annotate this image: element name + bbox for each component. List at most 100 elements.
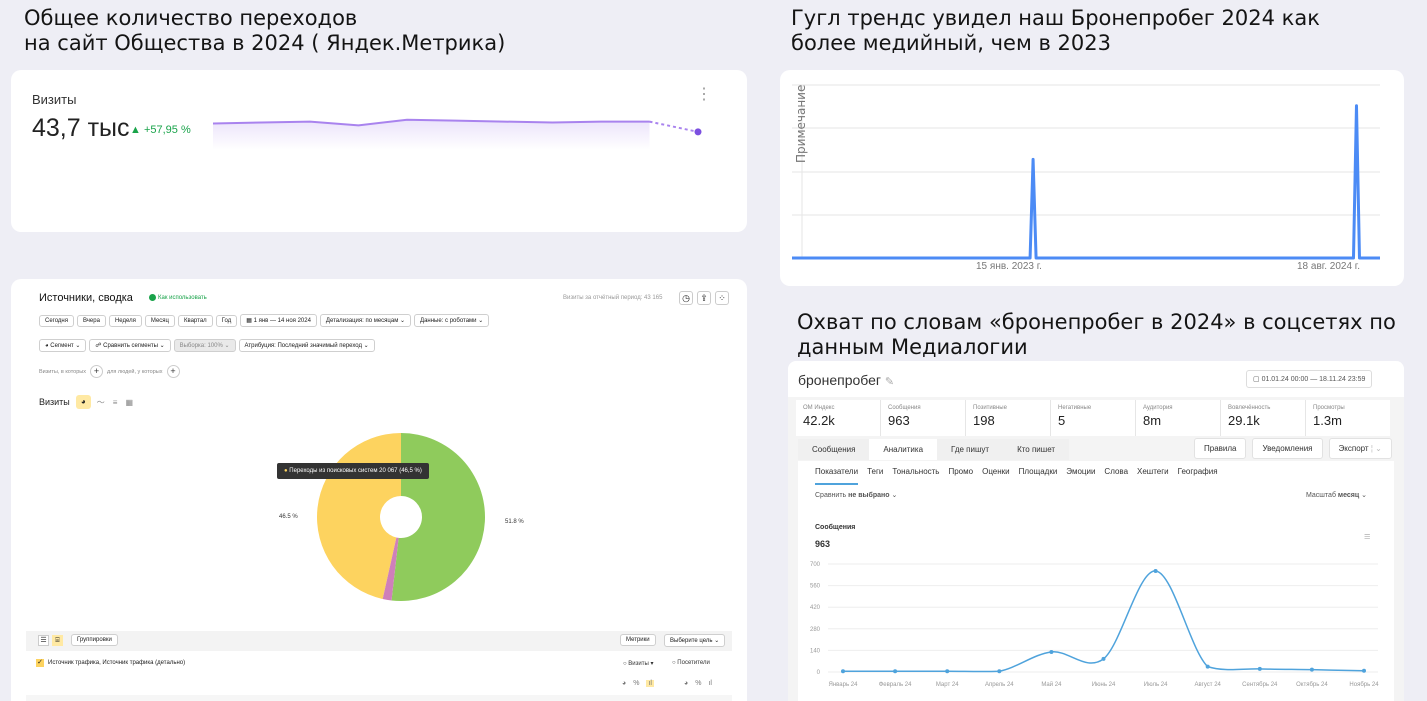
period-yesterday-button[interactable]: Вчера <box>77 314 106 327</box>
choose-goal-select[interactable]: Выберите цель ⌄ <box>664 634 726 647</box>
pie-mini-icon[interactable]: ◕ <box>684 680 688 687</box>
bar-mini-icon[interactable]: ıl <box>708 680 712 687</box>
add-visits-filter-button[interactable]: + <box>90 365 103 378</box>
kpi-value: 1.3m <box>1313 413 1342 428</box>
export-button[interactable]: Экспорт ¦ ⌄ <box>1328 438 1392 459</box>
subtab-geography[interactable]: География <box>1178 467 1218 476</box>
data-point[interactable] <box>1309 667 1314 672</box>
heading-line-2: на сайт Общества в 2024 ( Яндек.Метрика) <box>24 31 506 55</box>
period-year-button[interactable]: Год <box>215 314 238 327</box>
tab-who[interactable]: Кто пишет <box>1003 439 1070 460</box>
scale-select[interactable]: Масштаб месяц ⌄ <box>1306 491 1367 499</box>
subtab-hashtags[interactable]: Хештеги <box>1137 467 1169 476</box>
groupings-button[interactable]: Группировки <box>71 634 118 646</box>
subtab-ratings[interactable]: Оценки <box>982 467 1010 476</box>
period-today-button[interactable]: Сегодня <box>39 314 74 327</box>
percent-icon[interactable]: % <box>695 680 701 687</box>
x-tick-label: Февраль 24 <box>879 682 912 688</box>
data-point[interactable] <box>1153 568 1158 573</box>
table-chart-icon[interactable]: ▦ <box>125 398 133 407</box>
tab-where[interactable]: Где пишут <box>937 439 1004 460</box>
kpi-value: 8m <box>1143 413 1162 428</box>
subtab-platforms[interactable]: Площадки <box>1019 467 1058 476</box>
tree-view-icon[interactable]: ⌸ <box>52 635 63 646</box>
tab-messages[interactable]: Сообщения <box>798 439 870 460</box>
metrics-button[interactable]: Метрики <box>620 634 656 646</box>
data-point[interactable] <box>1101 656 1106 661</box>
subtab-promo[interactable]: Промо <box>948 467 973 476</box>
subtab-tags[interactable]: Теги <box>867 467 883 476</box>
data-point[interactable] <box>1049 649 1054 654</box>
x-tick-label: Ноябрь 24 <box>1349 682 1379 688</box>
col-visitors-view-icons: ◕ % ıl <box>684 680 712 687</box>
subtab-emotions[interactable]: Эмоции <box>1066 467 1095 476</box>
list-view-icon[interactable]: ☰ <box>38 635 49 646</box>
data-mode-label: Данные: с роботами <box>420 318 477 324</box>
x-tick-label: Апрель 24 <box>985 682 1014 688</box>
dimension-row[interactable]: ✓ Источник трафика, Источник трафика (де… <box>36 659 185 667</box>
x-tick-label: Октябрь 24 <box>1296 682 1328 688</box>
kpi-label: Просмотры <box>1313 405 1345 411</box>
detail-label: Детализация: по месяцам <box>325 318 399 324</box>
chart-type-row: Визиты ◕ 〜 ≡ ▦ <box>39 395 133 409</box>
kebab-icon[interactable]: ⋮ <box>696 87 712 103</box>
pencil-icon[interactable]: ✎ <box>885 376 894 388</box>
kpi-audience: Аудитория 8m <box>1136 400 1221 436</box>
help-link-label: Как использовать <box>158 294 207 301</box>
col-visits-header[interactable]: ○ Визиты ▾ <box>623 660 654 667</box>
data-point[interactable] <box>997 669 1002 674</box>
subtab-tonality[interactable]: Тональность <box>892 467 939 476</box>
data-mode-select[interactable]: Данные: с роботами ⌄ <box>414 314 490 327</box>
subtab-words[interactable]: Слова <box>1104 467 1128 476</box>
kpi-label: ОМ Индекс <box>803 405 835 411</box>
clock-icon[interactable]: ◷ <box>679 291 693 305</box>
share-icon[interactable]: ⁘ <box>715 291 729 305</box>
rules-button[interactable]: Правила <box>1194 438 1247 459</box>
notifications-button[interactable]: Уведомления <box>1252 438 1323 459</box>
y-tick-label: 700 <box>810 562 821 568</box>
choose-goal-label: Выберите цель <box>670 638 713 644</box>
period-info: Визиты за отчётный период: 43 165 <box>563 295 663 301</box>
col-visitors-header[interactable]: ○ Посетители <box>672 660 710 666</box>
menu-icon[interactable]: ≡ <box>1364 531 1370 543</box>
panel-toolbar-icons: ◷ ⇪ ⁘ <box>679 291 729 305</box>
data-point[interactable] <box>945 669 950 674</box>
kpi-om-index: ОМ Индекс 42.2k <box>796 400 881 436</box>
data-point[interactable] <box>893 669 898 674</box>
sample-select[interactable]: Выборка: 100% ⌄ <box>173 339 236 352</box>
compare-select[interactable]: Сравнить не выбрано ⌄ <box>815 491 897 499</box>
bar-mini-icon[interactable]: ıl <box>646 680 654 687</box>
kpi-label: Сообщения <box>888 405 921 411</box>
date-range-picker[interactable]: ▢ 01.01.24 00:00 — 18.11.24 23:59 <box>1246 370 1373 388</box>
data-point[interactable] <box>841 669 845 674</box>
data-point[interactable] <box>1257 666 1262 671</box>
date-range-button[interactable]: ▦ 1 янв — 14 ноя 2024 <box>240 314 317 327</box>
compare-segments-button[interactable]: ☍ Сравнить сегменты ⌄ <box>89 339 171 352</box>
col-visits-label: Визиты <box>628 661 649 667</box>
add-people-filter-button[interactable]: + <box>166 365 180 378</box>
percent-icon[interactable]: % <box>633 680 639 687</box>
attribution-select[interactable]: Атрибуция: Последний значимый переход ⌄ <box>238 339 375 352</box>
period-week-button[interactable]: Неделя <box>108 314 142 327</box>
x-tick-label: Июль 24 <box>1144 682 1168 688</box>
period-month-button[interactable]: Месяц <box>144 314 175 327</box>
help-link[interactable]: Как использовать <box>149 294 207 301</box>
segment-button[interactable]: ◕ Сегмент ⌄ <box>39 339 87 352</box>
pie-chart-icon[interactable]: ◕ <box>75 395 91 409</box>
pie-mini-icon[interactable]: ◕ <box>622 680 626 687</box>
sub-tabs: Показатели Теги Тональность Промо Оценки… <box>815 467 1227 476</box>
x-tick-label: Сентябрь 24 <box>1242 682 1278 688</box>
calendar-icon: ▦ <box>246 318 254 324</box>
tab-analytics[interactable]: Аналитика <box>869 439 938 460</box>
export-icon[interactable]: ⇪ <box>697 291 711 305</box>
line-chart-icon[interactable]: 〜 <box>97 397 105 408</box>
kpi-label: Позитивные <box>973 405 1007 411</box>
query-header: бронепробег ✎ ▢ 01.01.24 00:00 — 18.11.2… <box>788 361 1404 397</box>
bar-chart-icon[interactable]: ≡ <box>113 398 118 407</box>
data-point[interactable] <box>1205 664 1210 669</box>
data-point[interactable] <box>1362 668 1366 673</box>
detail-select[interactable]: Детализация: по месяцам ⌄ <box>319 314 412 327</box>
period-quarter-button[interactable]: Квартал <box>177 314 213 327</box>
checkbox-icon[interactable]: ✓ <box>36 659 44 667</box>
subtab-indicators[interactable]: Показатели <box>815 467 858 476</box>
